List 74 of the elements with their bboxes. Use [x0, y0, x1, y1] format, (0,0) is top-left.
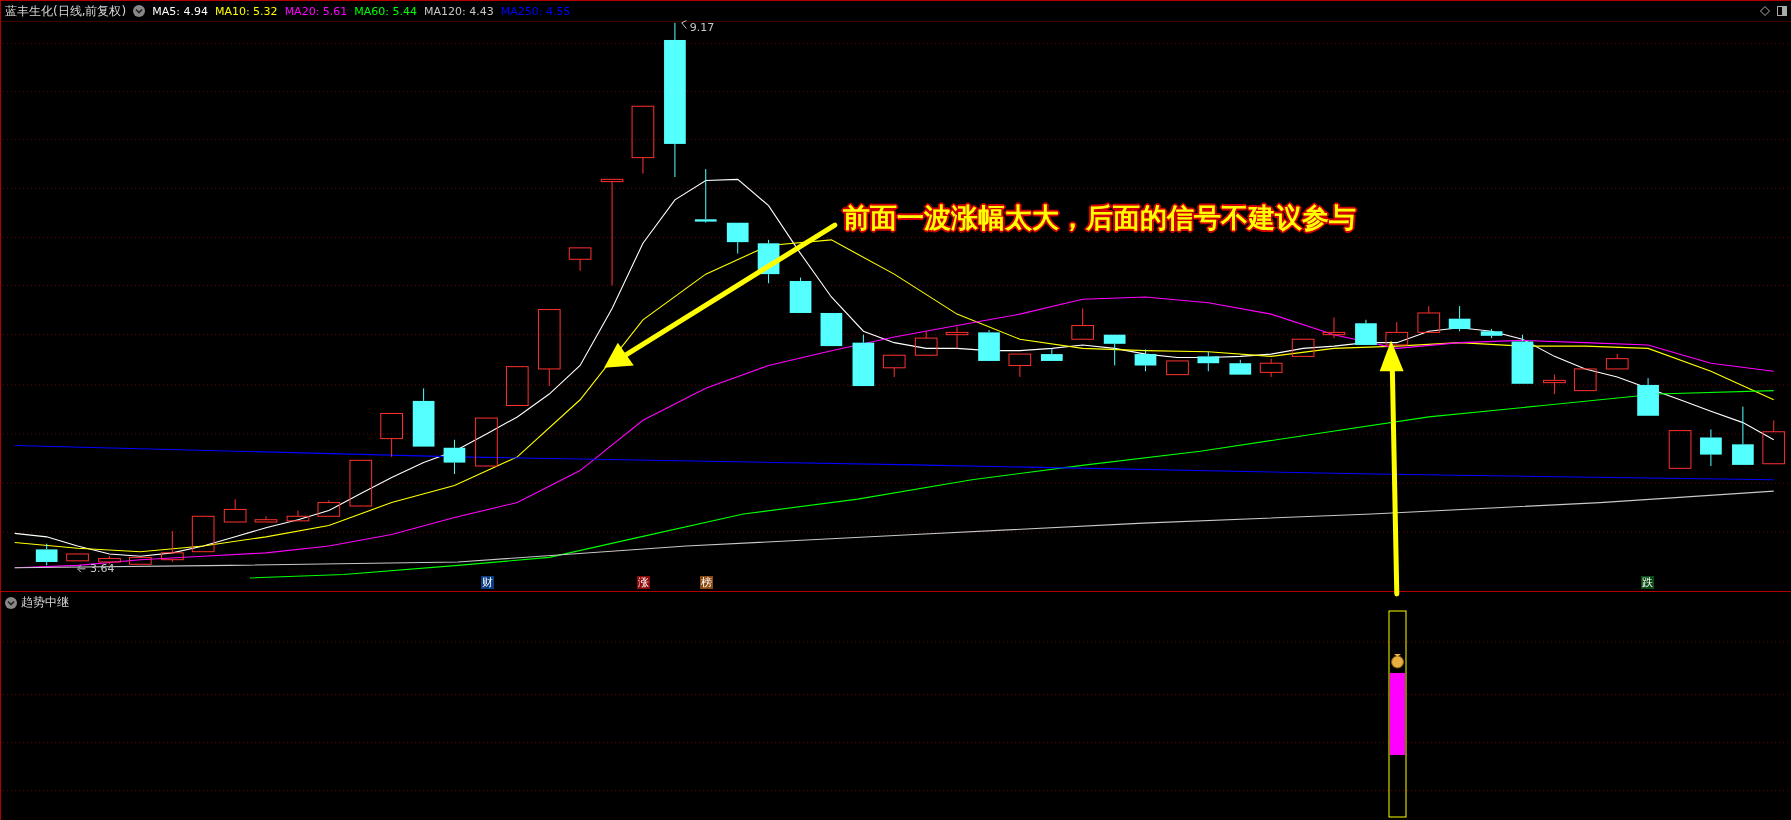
moving-average-value: MA250: 4.55 — [500, 4, 571, 18]
candlestick — [129, 556, 152, 565]
moving-average-value: MA20: 5.61 — [284, 4, 348, 18]
candlestick — [1229, 359, 1252, 376]
candlestick — [726, 222, 749, 255]
candlestick — [1041, 347, 1063, 362]
candlestick — [475, 417, 498, 467]
signal-marker: 榜 — [700, 576, 714, 589]
candlestick — [1637, 377, 1659, 417]
candlestick — [820, 312, 843, 347]
candlestick — [1511, 334, 1534, 385]
candlestick — [1700, 428, 1722, 467]
candlestick — [882, 354, 906, 378]
candlestick — [1448, 305, 1471, 332]
high-price-label: 9.17 — [689, 20, 715, 34]
candlestick — [1291, 338, 1315, 357]
moving-average-value: MA5: 4.94 — [152, 4, 208, 18]
candlestick — [852, 334, 875, 387]
candlestick — [945, 326, 969, 349]
candlestick — [694, 168, 717, 224]
candlestick — [1259, 358, 1283, 378]
candlestick — [568, 247, 592, 272]
chart-title: 蓝丰生化(日线,前复权) — [5, 2, 127, 20]
leader-line — [681, 20, 687, 30]
candlestick — [191, 515, 215, 553]
candlestick — [1008, 353, 1032, 378]
candlestick — [1605, 353, 1629, 370]
signal-marker: 涨 — [637, 576, 651, 589]
candlestick — [1573, 368, 1597, 392]
signal-marker: 跌 — [1641, 576, 1655, 589]
candlestick — [1166, 360, 1189, 376]
window-icon[interactable] — [1777, 6, 1787, 16]
candlestick — [1355, 319, 1377, 346]
candlestick — [161, 530, 184, 563]
candlestick — [1480, 328, 1503, 339]
candlestick — [1543, 374, 1566, 395]
candlestick — [757, 239, 780, 284]
candlestick — [1385, 321, 1409, 346]
moving-average-value: MA60: 5.44 — [354, 4, 418, 18]
leader-line — [77, 564, 86, 573]
candlestick — [254, 515, 278, 523]
dropdown-icon[interactable] — [133, 5, 146, 17]
moving-average-value: MA120: 4.43 — [424, 4, 494, 18]
signal-marker: 财 — [480, 576, 494, 589]
collapse-icon[interactable] — [5, 596, 17, 609]
candlestick — [1732, 406, 1754, 466]
candlestick — [1417, 305, 1441, 333]
candlestick — [412, 387, 435, 448]
candlestick — [1668, 430, 1692, 469]
candlestick — [380, 413, 403, 458]
diamond-icon[interactable] — [1760, 6, 1770, 16]
candlestick — [505, 366, 529, 406]
candlestick — [35, 543, 58, 566]
candlestick — [349, 459, 373, 507]
candlestick — [66, 553, 89, 562]
candlestick — [978, 329, 1000, 362]
candlestick — [1762, 419, 1786, 465]
candlestick — [914, 330, 938, 356]
candlestick — [317, 499, 341, 517]
candlestick — [789, 277, 812, 314]
candlestick — [98, 555, 121, 565]
moving-average-value: MA10: 5.32 — [214, 4, 278, 18]
candlestick — [223, 498, 247, 523]
indicator-title: 趋势中继 — [21, 594, 69, 611]
candlestick — [1322, 317, 1346, 339]
candlestick — [443, 439, 466, 475]
candlestick — [1197, 351, 1220, 372]
candlestick — [631, 105, 655, 175]
candlestick — [1071, 307, 1095, 340]
candlestick — [1134, 349, 1157, 372]
money-bag-icon — [1391, 654, 1404, 669]
candlestick — [286, 510, 310, 522]
candlestick — [1103, 334, 1126, 366]
annotation-text: 前面一波涨幅太大，后面的信号不建议参与 — [843, 201, 1356, 235]
